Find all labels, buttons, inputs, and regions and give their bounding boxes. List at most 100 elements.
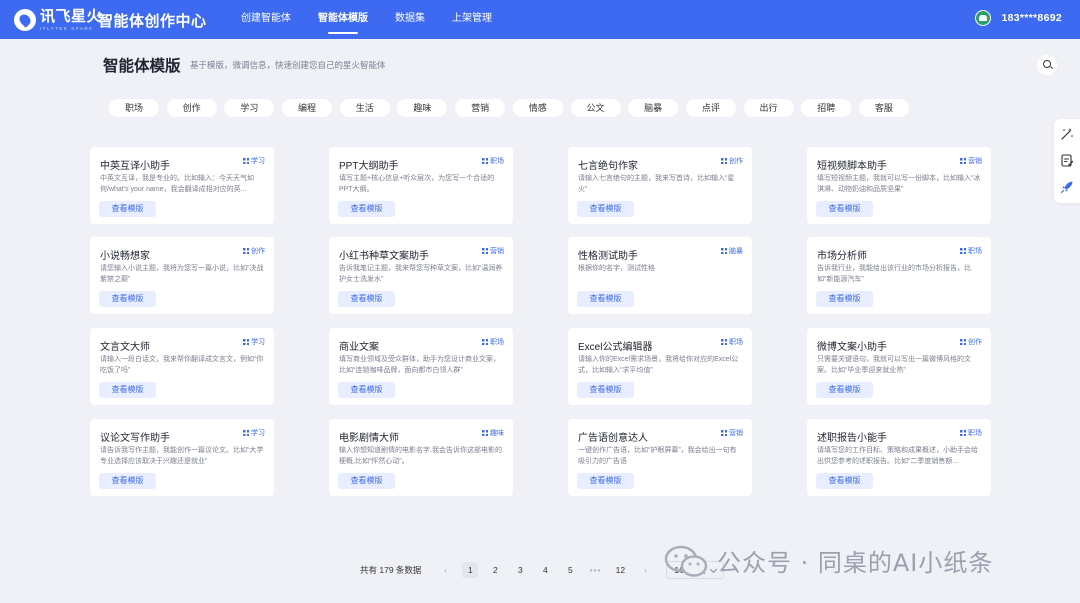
page-1[interactable]: 1 — [462, 562, 479, 578]
category-grid-icon — [243, 158, 249, 164]
clipboard-edit-icon[interactable] — [1060, 153, 1074, 167]
template-card[interactable]: Excel公式编辑器 职场 请输入你的Excel需求场景，我将给你对应的Excel公… — [568, 328, 752, 405]
template-card[interactable]: 述职报告小能手 职场 请填写您的工作目标、策略和成果概述，小助手会给出供您参考的述职… — [807, 419, 991, 496]
template-description: 告诉我笔记主题，我来帮您写种草文案，比如“温润养护女士洗发水” — [339, 265, 503, 283]
template-card[interactable]: 市场分析师 职场 告诉我行业，我能给出该行业的市场分析报告，比如“新能源汽车” 查看模… — [807, 237, 991, 314]
nav-datasets[interactable]: 数据集 — [395, 0, 425, 39]
template-tag: 脑暴 — [721, 246, 743, 256]
category-chip[interactable]: 学习 — [224, 99, 275, 117]
template-card[interactable]: 性格测试助手 脑暴 根据你的名字，测试性格 查看模版 — [568, 237, 752, 314]
prev-page-button[interactable]: ‹ — [437, 562, 453, 578]
search-icon[interactable] — [1037, 55, 1057, 75]
category-chip[interactable]: 招聘 — [801, 99, 852, 117]
category-chip[interactable]: 公文 — [570, 99, 621, 117]
template-card[interactable]: 小红书种草文案助手 营销 告诉我笔记主题，我来帮您写种草文案，比如“温润养护女士洗发… — [329, 237, 513, 314]
template-tag: 学习 — [243, 156, 265, 166]
category-chip[interactable]: 创作 — [166, 99, 217, 117]
template-card[interactable]: 电影剧情大师 趣味 输入你想知道剧情的电影名字,我会告诉你这部电影的梗概,比如“怦然… — [329, 419, 513, 496]
magic-wand-icon[interactable] — [1060, 127, 1074, 141]
view-template-button[interactable]: 查看模版 — [577, 382, 634, 398]
page-2[interactable]: 2 — [487, 562, 503, 578]
next-page-button[interactable]: › — [637, 562, 653, 578]
category-grid-icon — [721, 248, 727, 254]
template-title: 商业文案 — [339, 342, 379, 353]
template-card[interactable]: PPT大纲助手 职场 填写主题+核心信息+听众层次，为您写一个合适的PPT大纲。 查看… — [329, 147, 513, 224]
spark-logo-icon — [14, 8, 36, 31]
category-chip[interactable]: 职场 — [109, 99, 159, 117]
page-4[interactable]: 4 — [537, 562, 553, 578]
template-card[interactable]: 微博文案小助手 创作 只需要关键语句，我就可以写出一篇微博风格的文案。比如“毕业季迎… — [807, 328, 991, 405]
category-grid-icon — [960, 248, 966, 254]
view-template-button[interactable]: 查看模版 — [816, 291, 873, 307]
view-template-button[interactable]: 查看模版 — [577, 201, 634, 217]
template-card[interactable]: 短视频脚本助手 营销 填写短视频主题，我就可以写一份脚本，比如输入“冰淇淋、动物奶油… — [807, 147, 991, 224]
template-description: 请您输入小说主题，我将为您写一篇小说，比如“决战紫禁之巅” — [100, 265, 264, 283]
view-template-button[interactable]: 查看模版 — [816, 201, 873, 217]
template-description: 填写商业领域及受众群体，助手为您设计商业文案，比如“连锁咖啡品牌，面向都市白领人… — [339, 356, 500, 374]
category-chip[interactable]: 客服 — [858, 99, 909, 117]
category-chip[interactable]: 生活 — [339, 99, 390, 117]
category-chip[interactable]: 趣味 — [397, 99, 448, 117]
category-chip[interactable]: 编程 — [282, 99, 333, 117]
template-tag-label: 营销 — [490, 248, 504, 255]
view-template-button[interactable]: 查看模版 — [99, 201, 156, 217]
category-chip[interactable]: 出行 — [743, 99, 794, 117]
view-template-button[interactable]: 查看模版 — [338, 382, 395, 398]
template-description: 中英文互译，我是专业的。比如输入：今天天气如何/what's your name… — [100, 175, 254, 193]
template-card[interactable]: 中英互译小助手 学习 中英文互译，我是专业的。比如输入：今天天气如何/what's … — [90, 147, 274, 224]
user-menu[interactable]: 183****8692 — [975, 10, 1062, 26]
template-card[interactable]: 七言绝句作家 创作 请输入七言绝句的主题，我来写首诗，比如输入“星火” 查看模版 — [568, 147, 752, 224]
template-tag-label: 学习 — [251, 430, 265, 437]
view-template-button[interactable]: 查看模版 — [99, 291, 156, 307]
view-template-button[interactable]: 查看模版 — [338, 201, 395, 217]
page-ellipsis[interactable]: ••• — [587, 562, 603, 578]
nav-create-agent[interactable]: 创建智能体 — [241, 0, 291, 39]
view-template-button[interactable]: 查看模版 — [816, 473, 873, 489]
template-tag-label: 学习 — [251, 158, 265, 165]
category-grid-icon — [721, 430, 727, 436]
template-card[interactable]: 商业文案 职场 填写商业领域及受众群体，助手为您设计商业文案，比如“连锁咖啡品牌，面… — [329, 328, 513, 405]
rocket-icon[interactable] — [1060, 180, 1074, 194]
template-tag-label: 创作 — [968, 339, 982, 346]
category-grid-icon — [960, 158, 966, 164]
total-count: 共有 179 条数据 — [360, 565, 422, 575]
template-tag-label: 职场 — [729, 339, 743, 346]
category-grid-icon — [243, 248, 249, 254]
brand-logo[interactable]: 讯飞星火 IFLYTEK SPARK — [14, 8, 102, 31]
template-description: 输入你想知道剧情的电影名字,我会告诉你这部电影的梗概,比如“怦然心动”。 — [339, 447, 502, 465]
page-subtitle: 基于模版，微调信息，快速创建您自己的星火智能体 — [190, 60, 386, 70]
template-description: 只需要关键语句，我就可以写出一篇微博风格的文案。比如“毕业季迎来就业热” — [817, 356, 971, 374]
page-3[interactable]: 3 — [512, 562, 528, 578]
template-description: 告诉我行业，我能给出该行业的市场分析报告，比如“新能源汽车” — [817, 265, 971, 283]
template-tag: 职场 — [721, 337, 743, 347]
category-chip[interactable]: 情感 — [512, 99, 563, 117]
template-description: 请输入七言绝句的主题，我来写首诗，比如输入“星火” — [578, 175, 735, 193]
template-title: 性格测试助手 — [578, 251, 638, 262]
category-chip[interactable]: 脑暴 — [628, 99, 679, 117]
template-card[interactable]: 议论文写作助手 学习 请告诉我写作主题，我能创作一篇议论文。比如“大学专业选择应该取… — [90, 419, 274, 496]
template-card[interactable]: 文言文大师 学习 请输入一段白话文，我来帮你翻译成文言文，例如“你吃饭了吗” 查看模版 — [90, 328, 274, 405]
view-template-button[interactable]: 查看模版 — [577, 473, 634, 489]
view-template-button[interactable]: 查看模版 — [338, 291, 395, 307]
user-phone: 183****8692 — [1001, 12, 1062, 24]
view-template-button[interactable]: 查看模版 — [338, 473, 395, 489]
template-tag: 职场 — [960, 428, 982, 438]
template-card[interactable]: 广告语创意达人 营销 一键创作广告语，比如“护眼屏幕”，我会给出一句有吸引力的广告语… — [568, 419, 752, 496]
nav-publish-management[interactable]: 上架管理 — [452, 0, 492, 39]
view-template-button[interactable]: 查看模版 — [99, 382, 156, 398]
page-12[interactable]: 12 — [612, 562, 628, 578]
view-template-button[interactable]: 查看模版 — [99, 473, 156, 489]
nav-agent-templates[interactable]: 智能体模版 — [318, 0, 368, 39]
category-grid-icon — [960, 430, 966, 436]
template-tag-label: 营销 — [968, 158, 982, 165]
template-card[interactable]: 小说畅想家 创作 请您输入小说主题，我将为您写一篇小说，比如“决战紫禁之巅” 查看模版 — [90, 237, 274, 314]
category-chip[interactable]: 营销 — [455, 99, 506, 117]
view-template-button[interactable]: 查看模版 — [577, 291, 634, 307]
avatar[interactable] — [975, 10, 992, 26]
category-chip[interactable]: 点评 — [685, 99, 736, 117]
view-template-button[interactable]: 查看模版 — [816, 382, 873, 398]
category-grid-icon — [721, 339, 727, 345]
template-title: 广告语创意达人 — [578, 433, 648, 444]
page-5[interactable]: 5 — [562, 562, 578, 578]
template-title: 电影剧情大师 — [339, 433, 399, 444]
